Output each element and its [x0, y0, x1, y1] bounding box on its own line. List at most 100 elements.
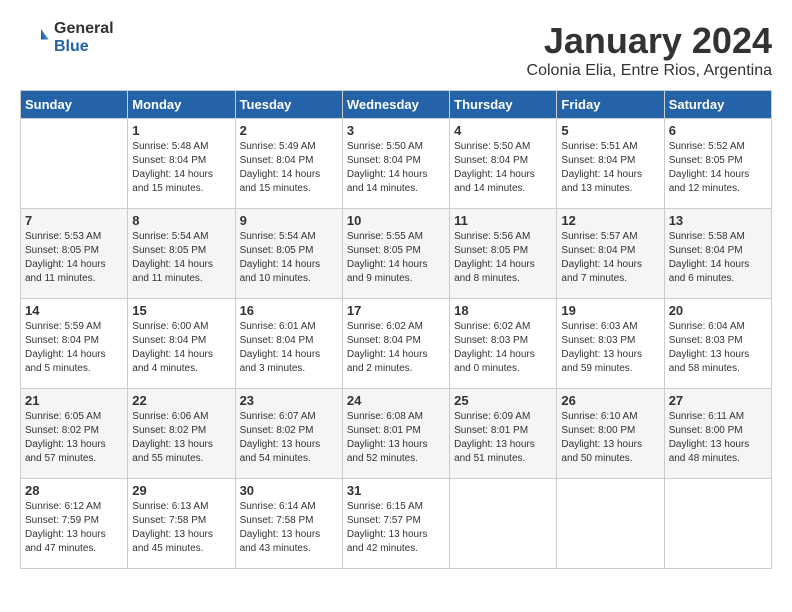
day-info: Sunrise: 6:11 AMSunset: 8:00 PMDaylight:… — [669, 410, 767, 466]
calendar-cell: 27Sunrise: 6:11 AMSunset: 8:00 PMDayligh… — [664, 389, 771, 479]
day-number: 29 — [132, 483, 230, 498]
day-number: 6 — [669, 123, 767, 138]
calendar-cell: 31 Sunrise: 6:15 AMSunset: 7:57 PMDayligh… — [342, 479, 449, 569]
header-monday: Monday — [128, 91, 235, 119]
day-number: 8 — [132, 213, 230, 228]
calendar-table: SundayMondayTuesdayWednesdayThursdayFrid… — [20, 90, 772, 569]
header-thursday: Thursday — [450, 91, 557, 119]
calendar-cell: 5 Sunrise: 5:51 AMSunset: 8:04 PMDaylight… — [557, 119, 664, 209]
calendar-cell: 13Sunrise: 5:58 AMSunset: 8:04 PMDayligh… — [664, 209, 771, 299]
day-info: Sunrise: 5:57 AMSunset: 8:04 PMDaylight:… — [561, 230, 659, 286]
header-wednesday: Wednesday — [342, 91, 449, 119]
day-number: 4 — [454, 123, 552, 138]
week-row-2: 7 Sunrise: 5:53 AMSunset: 8:05 PMDaylight… — [21, 209, 772, 299]
calendar-cell — [557, 479, 664, 569]
day-info: Sunrise: 6:01 AMSunset: 8:04 PMDaylight:… — [240, 320, 338, 376]
header-row: SundayMondayTuesdayWednesdayThursdayFrid… — [21, 91, 772, 119]
day-number: 9 — [240, 213, 338, 228]
month-title: January 2024 — [527, 20, 772, 62]
calendar-cell: 9Sunrise: 5:54 AMSunset: 8:05 PMDaylight… — [235, 209, 342, 299]
day-number: 7 — [25, 213, 123, 228]
calendar-cell: 15 Sunrise: 6:00 AMSunset: 8:04 PMDayligh… — [128, 299, 235, 389]
day-number: 22 — [132, 393, 230, 408]
day-number: 18 — [454, 303, 552, 318]
day-info: Sunrise: 6:05 AMSunset: 8:02 PMDaylight:… — [25, 410, 123, 466]
day-number: 15 — [132, 303, 230, 318]
day-info: Sunrise: 5:54 AMSunset: 8:05 PMDaylight:… — [132, 230, 230, 286]
day-info: Sunrise: 6:07 AMSunset: 8:02 PMDaylight:… — [240, 410, 338, 466]
day-info: Sunrise: 6:10 AMSunset: 8:00 PMDaylight:… — [561, 410, 659, 466]
calendar-cell: 29 Sunrise: 6:13 AMSunset: 7:58 PMDayligh… — [128, 479, 235, 569]
calendar-cell: 2 Sunrise: 5:49 AMSunset: 8:04 PMDaylight… — [235, 119, 342, 209]
day-number: 26 — [561, 393, 659, 408]
day-number: 20 — [669, 303, 767, 318]
page-header: General Blue January 2024 Colonia Elia, … — [20, 20, 772, 80]
calendar-cell: 24Sunrise: 6:08 AMSunset: 8:01 PMDayligh… — [342, 389, 449, 479]
calendar-cell — [664, 479, 771, 569]
calendar-cell: 10 Sunrise: 5:55 AMSunset: 8:05 PMDayligh… — [342, 209, 449, 299]
calendar-cell: 12 Sunrise: 5:57 AMSunset: 8:04 PMDayligh… — [557, 209, 664, 299]
logo-blue: Blue — [54, 38, 114, 56]
day-info: Sunrise: 6:15 AMSunset: 7:57 PMDaylight:… — [347, 500, 445, 556]
day-info: Sunrise: 5:50 AMSunset: 8:04 PMDaylight:… — [347, 140, 445, 196]
day-number: 23 — [240, 393, 338, 408]
calendar-cell: 22 Sunrise: 6:06 AMSunset: 8:02 PMDayligh… — [128, 389, 235, 479]
calendar-cell: 30 Sunrise: 6:14 AMSunset: 7:58 PMDayligh… — [235, 479, 342, 569]
day-number: 21 — [25, 393, 123, 408]
calendar-cell: 6 Sunrise: 5:52 AMSunset: 8:05 PMDaylight… — [664, 119, 771, 209]
day-info: Sunrise: 6:14 AMSunset: 7:58 PMDaylight:… — [240, 500, 338, 556]
day-number: 3 — [347, 123, 445, 138]
day-number: 19 — [561, 303, 659, 318]
day-number: 13 — [669, 213, 767, 228]
day-info: Sunrise: 5:51 AMSunset: 8:04 PMDaylight:… — [561, 140, 659, 196]
day-info: Sunrise: 5:50 AMSunset: 8:04 PMDaylight:… — [454, 140, 552, 196]
logo-general: General — [54, 20, 114, 38]
day-info: Sunrise: 6:06 AMSunset: 8:02 PMDaylight:… — [132, 410, 230, 466]
day-number: 12 — [561, 213, 659, 228]
day-info: Sunrise: 6:04 AMSunset: 8:03 PMDaylight:… — [669, 320, 767, 376]
day-number: 30 — [240, 483, 338, 498]
header-tuesday: Tuesday — [235, 91, 342, 119]
day-number: 5 — [561, 123, 659, 138]
day-number: 24 — [347, 393, 445, 408]
day-number: 11 — [454, 213, 552, 228]
day-number: 10 — [347, 213, 445, 228]
week-row-1: 1Sunrise: 5:48 AMSunset: 8:04 PMDaylight… — [21, 119, 772, 209]
logo-icon — [20, 23, 50, 53]
calendar-cell — [450, 479, 557, 569]
calendar-cell: 16 Sunrise: 6:01 AMSunset: 8:04 PMDayligh… — [235, 299, 342, 389]
day-info: Sunrise: 6:13 AMSunset: 7:58 PMDaylight:… — [132, 500, 230, 556]
calendar-cell: 3 Sunrise: 5:50 AMSunset: 8:04 PMDaylight… — [342, 119, 449, 209]
day-number: 16 — [240, 303, 338, 318]
day-info: Sunrise: 5:48 AMSunset: 8:04 PMDaylight:… — [132, 140, 230, 196]
logo-text: General Blue — [54, 20, 114, 55]
day-info: Sunrise: 6:12 AMSunset: 7:59 PMDaylight:… — [25, 500, 123, 556]
calendar-cell: 17Sunrise: 6:02 AMSunset: 8:04 PMDayligh… — [342, 299, 449, 389]
calendar-cell: 21 Sunrise: 6:05 AMSunset: 8:02 PMDayligh… — [21, 389, 128, 479]
day-info: Sunrise: 5:56 AMSunset: 8:05 PMDaylight:… — [454, 230, 552, 286]
calendar-cell: 11 Sunrise: 5:56 AMSunset: 8:05 PMDayligh… — [450, 209, 557, 299]
day-number: 31 — [347, 483, 445, 498]
week-row-4: 21 Sunrise: 6:05 AMSunset: 8:02 PMDayligh… — [21, 389, 772, 479]
calendar-cell: 1Sunrise: 5:48 AMSunset: 8:04 PMDaylight… — [128, 119, 235, 209]
calendar-cell: 8 Sunrise: 5:54 AMSunset: 8:05 PMDaylight… — [128, 209, 235, 299]
day-info: Sunrise: 5:49 AMSunset: 8:04 PMDaylight:… — [240, 140, 338, 196]
day-info: Sunrise: 6:00 AMSunset: 8:04 PMDaylight:… — [132, 320, 230, 376]
calendar-cell: 18Sunrise: 6:02 AMSunset: 8:03 PMDayligh… — [450, 299, 557, 389]
calendar-cell: 25Sunrise: 6:09 AMSunset: 8:01 PMDayligh… — [450, 389, 557, 479]
calendar-cell: 7 Sunrise: 5:53 AMSunset: 8:05 PMDaylight… — [21, 209, 128, 299]
day-number: 28 — [25, 483, 123, 498]
day-info: Sunrise: 5:59 AMSunset: 8:04 PMDaylight:… — [25, 320, 123, 376]
calendar-cell — [21, 119, 128, 209]
day-info: Sunrise: 5:52 AMSunset: 8:05 PMDaylight:… — [669, 140, 767, 196]
calendar-cell: 20 Sunrise: 6:04 AMSunset: 8:03 PMDayligh… — [664, 299, 771, 389]
day-number: 2 — [240, 123, 338, 138]
day-number: 25 — [454, 393, 552, 408]
day-info: Sunrise: 5:53 AMSunset: 8:05 PMDaylight:… — [25, 230, 123, 286]
header-saturday: Saturday — [664, 91, 771, 119]
calendar-cell: 26 Sunrise: 6:10 AMSunset: 8:00 PMDayligh… — [557, 389, 664, 479]
calendar-cell: 23 Sunrise: 6:07 AMSunset: 8:02 PMDayligh… — [235, 389, 342, 479]
day-info: Sunrise: 5:55 AMSunset: 8:05 PMDaylight:… — [347, 230, 445, 286]
calendar-cell: 14Sunrise: 5:59 AMSunset: 8:04 PMDayligh… — [21, 299, 128, 389]
calendar-cell: 28 Sunrise: 6:12 AMSunset: 7:59 PMDayligh… — [21, 479, 128, 569]
